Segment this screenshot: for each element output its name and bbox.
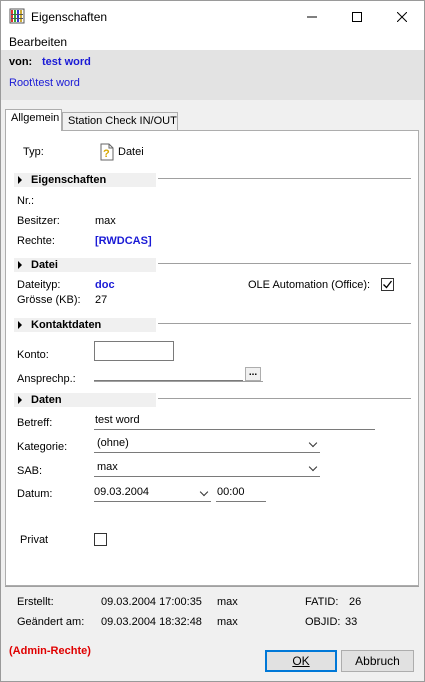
section-divider [158, 398, 411, 399]
contact-underline [94, 381, 263, 382]
section-eigenschaften[interactable]: Eigenschaften [14, 173, 156, 187]
footer-divider [5, 586, 419, 587]
fatid-value: 26 [349, 596, 362, 608]
chevron-down-icon [199, 487, 209, 497]
menu-item-bearbeiten[interactable]: Bearbeiten [9, 35, 67, 49]
section-datei[interactable]: Datei [14, 258, 156, 272]
owner-value: max [95, 215, 116, 227]
properties-window: Eigenschaften Bearbeiten von: test word … [0, 0, 425, 682]
nr-label: Nr.: [17, 195, 35, 207]
close-button[interactable] [379, 1, 424, 32]
section-eigenschaften-label: Eigenschaften [31, 174, 107, 186]
title-bar: Eigenschaften [1, 1, 424, 32]
tab-panel-allgemein: Typ: ? Datei Eigenschaften Nr.: Besitzer… [5, 130, 419, 586]
menu-bar: Bearbeiten [1, 32, 424, 50]
section-daten-label: Daten [31, 394, 62, 406]
section-kontaktdaten-label: Kontaktdaten [31, 319, 102, 331]
changed-date: 09.03.2004 18:32:48 [101, 616, 202, 628]
close-icon [396, 11, 407, 22]
path-link[interactable]: Root\test word [9, 77, 80, 89]
private-label: Privat [20, 534, 49, 546]
date-value: 09.03.2004 [94, 486, 150, 498]
subject-value: test word [95, 414, 140, 426]
contact-input[interactable] [94, 367, 243, 381]
expand-icon [18, 396, 22, 404]
date-label: Datum: [17, 488, 53, 500]
minimize-icon [306, 16, 317, 17]
category-value: (ohne) [97, 437, 129, 449]
private-checkbox[interactable] [94, 533, 107, 546]
rights-label: Rechte: [17, 235, 55, 247]
maximize-icon [351, 11, 362, 22]
category-select[interactable]: (ohne) [94, 435, 320, 453]
tab-allgemein[interactable]: Allgemein [5, 109, 62, 131]
file-icon: ? [100, 143, 114, 161]
cancel-label: Abbruch [355, 654, 400, 668]
section-divider [158, 178, 411, 179]
date-picker[interactable]: 09.03.2004 [94, 484, 211, 502]
contact-label: Ansprechp.: [17, 373, 76, 385]
from-value: test word [42, 56, 91, 68]
changed-user: max [217, 616, 238, 628]
category-label: Kategorie: [17, 441, 68, 453]
time-input[interactable]: 00:00 [216, 484, 266, 502]
subject-input[interactable]: test word [94, 414, 375, 430]
sab-select[interactable]: max [94, 459, 320, 477]
type-value: Datei [118, 146, 144, 158]
tab-station-check[interactable]: Station Check IN/OUT [62, 112, 178, 130]
account-input[interactable] [94, 341, 174, 361]
objid-value: 33 [345, 616, 358, 628]
contact-browse-button[interactable]: ... [245, 367, 261, 381]
ole-label: OLE Automation (Office): [248, 279, 371, 291]
filetype-label: Dateityp: [17, 279, 61, 291]
sab-label: SAB: [17, 465, 43, 477]
window-title: Eigenschaften [31, 10, 108, 24]
changed-label: Geändert am: [17, 616, 85, 628]
created-date: 09.03.2004 17:00:35 [101, 596, 202, 608]
tab-strip: Allgemein Station Check IN/OUT [1, 100, 424, 131]
app-icon [9, 8, 25, 24]
account-label: Konto: [17, 349, 49, 361]
time-value: 00:00 [217, 486, 245, 498]
from-label: von: [9, 56, 33, 68]
size-label: Grösse (KB): [17, 294, 81, 306]
cancel-button[interactable]: Abbruch [341, 650, 414, 672]
section-kontaktdaten[interactable]: Kontaktdaten [14, 318, 156, 332]
chevron-down-icon [308, 438, 318, 448]
section-daten[interactable]: Daten [14, 393, 156, 407]
type-label: Typ: [23, 146, 44, 158]
expand-icon [18, 176, 22, 184]
filetype-value: doc [95, 279, 115, 291]
section-divider [158, 263, 411, 264]
fatid-label: FATID: [305, 596, 339, 608]
created-label: Erstellt: [17, 596, 54, 608]
admin-note: (Admin-Rechte) [9, 645, 91, 657]
checkmark-icon [383, 280, 393, 289]
ok-button[interactable]: OK [265, 650, 337, 672]
sab-value: max [97, 461, 118, 473]
minimize-button[interactable] [289, 1, 334, 32]
subject-label: Betreff: [17, 417, 53, 429]
ole-checkbox[interactable] [381, 278, 394, 291]
created-user: max [217, 596, 238, 608]
owner-label: Besitzer: [17, 215, 60, 227]
maximize-button[interactable] [334, 1, 379, 32]
chevron-down-icon [308, 462, 318, 472]
section-divider [158, 323, 411, 324]
size-value: 27 [95, 294, 108, 306]
header-area: von: test word Root\test word [1, 50, 424, 100]
ok-label: OK [292, 654, 310, 668]
expand-icon [18, 261, 22, 269]
svg-text:?: ? [103, 148, 110, 160]
section-datei-label: Datei [31, 259, 58, 271]
expand-icon [18, 321, 22, 329]
objid-label: OBJID: [305, 616, 341, 628]
rights-value: [RWDCAS] [95, 235, 152, 247]
